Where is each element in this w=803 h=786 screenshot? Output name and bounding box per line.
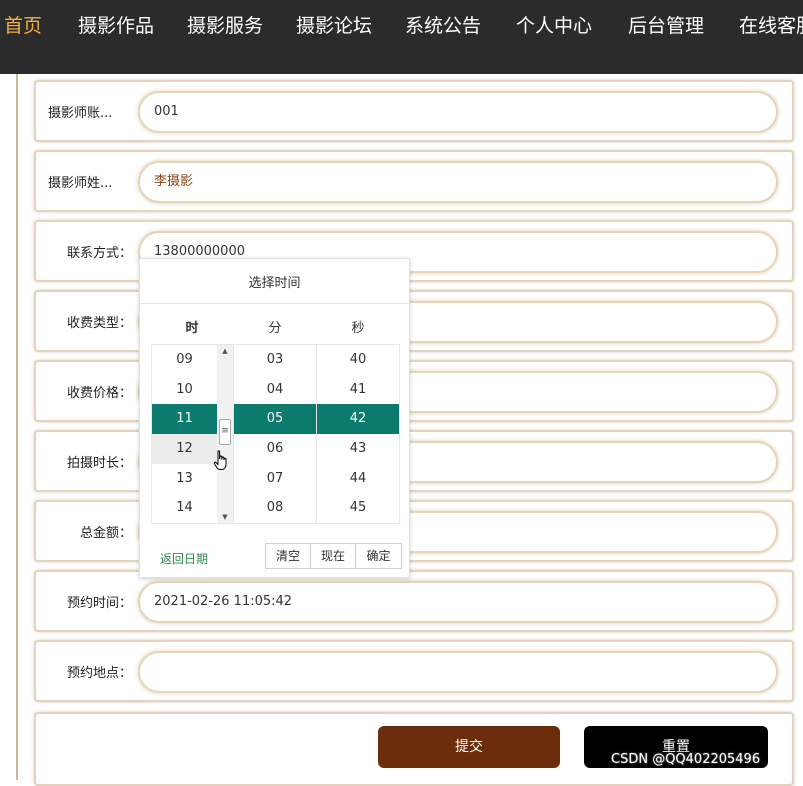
name-label: 摄影师姓... — [48, 176, 113, 191]
time-picker: 选择时间 时 分 秒 09 10 11 12 13 14 ▲ ≡ ▼ 03 04… — [139, 258, 410, 578]
phone-label: 联系方式： — [66, 246, 132, 261]
fee-type-label: 收费类型： — [66, 316, 132, 331]
name-field[interactable]: 李摄影 — [138, 161, 778, 203]
second-option[interactable]: 44 — [317, 464, 399, 494]
hour-option[interactable]: 13 — [152, 464, 217, 494]
appointment-time-label: 预约时间： — [66, 596, 132, 611]
minute-option-selected[interactable]: 05 — [234, 404, 316, 435]
minute-option[interactable]: 06 — [234, 434, 316, 464]
hand-cursor-icon — [213, 450, 227, 470]
minute-list[interactable]: 03 04 05 06 07 08 — [234, 345, 316, 523]
minute-header: 分 — [268, 321, 282, 336]
confirm-button[interactable]: 确定 — [356, 544, 401, 568]
account-field[interactable]: 001 — [138, 91, 778, 133]
hour-option-selected[interactable]: 11 — [152, 404, 217, 435]
second-option[interactable]: 41 — [317, 375, 399, 405]
form-row-location: 预约地点： — [34, 640, 794, 702]
picker-actions: 清空 现在 确定 — [265, 543, 402, 569]
back-to-date-link[interactable]: 返回日期 — [160, 550, 208, 567]
page-border — [16, 74, 18, 780]
price-label: 收费价格： — [66, 386, 132, 401]
nav-personal-center[interactable]: 个人中心 — [516, 12, 592, 40]
clear-button[interactable]: 清空 — [266, 544, 311, 568]
second-option-selected[interactable]: 42 — [317, 404, 399, 435]
scroll-thumb[interactable]: ≡ — [219, 419, 231, 445]
nav-works[interactable]: 摄影作品 — [78, 12, 154, 40]
nav-online-service[interactable]: 在线客服 — [739, 12, 803, 40]
nav-home[interactable]: 首页 — [4, 12, 42, 40]
hour-option[interactable]: 09 — [152, 345, 217, 375]
watermark: CSDN @QQ402205496 — [611, 752, 761, 767]
duration-label: 拍摄时长： — [66, 456, 132, 471]
nav-forum[interactable]: 摄影论坛 — [296, 12, 372, 40]
location-field[interactable] — [138, 651, 778, 693]
scroll-up-arrow-icon[interactable]: ▲ — [217, 345, 233, 357]
hour-option[interactable]: 14 — [152, 493, 217, 523]
minute-option[interactable]: 03 — [234, 345, 316, 375]
second-option[interactable]: 43 — [317, 434, 399, 464]
minute-option[interactable]: 07 — [234, 464, 316, 494]
time-lists: 09 10 11 12 13 14 ▲ ≡ ▼ 03 04 05 06 07 0… — [151, 344, 400, 524]
second-list[interactable]: 40 41 42 43 44 45 — [317, 345, 399, 523]
nav-admin[interactable]: 后台管理 — [628, 12, 704, 40]
appointment-time-field[interactable]: 2021-02-26 11:05:42 — [138, 581, 778, 623]
nav-services[interactable]: 摄影服务 — [187, 12, 263, 40]
time-picker-title: 选择时间 — [140, 259, 409, 304]
submit-button[interactable]: 提交 — [378, 726, 560, 768]
scroll-down-arrow-icon[interactable]: ▼ — [217, 511, 233, 523]
location-label: 预约地点： — [66, 666, 132, 681]
hour-header: 时 — [185, 321, 199, 336]
second-option[interactable]: 45 — [317, 493, 399, 523]
form-row-actions: 提交 重置 — [34, 712, 794, 786]
now-button[interactable]: 现在 — [311, 544, 356, 568]
hour-scrollbar[interactable]: ▲ ≡ ▼ — [217, 345, 233, 523]
second-option[interactable]: 40 — [317, 345, 399, 375]
form-row-name: 摄影师姓... 李摄影 — [34, 150, 794, 212]
nav-announcements[interactable]: 系统公告 — [405, 12, 481, 40]
hour-list[interactable]: 09 10 11 12 13 14 — [152, 345, 217, 523]
hour-option[interactable]: 10 — [152, 375, 217, 405]
hour-option[interactable]: 12 — [152, 434, 217, 464]
top-nav: 首页 摄影作品 摄影服务 摄影论坛 系统公告 个人中心 后台管理 在线客服 — [0, 0, 803, 74]
form-row-appointment-time: 预约时间： 2021-02-26 11:05:42 — [34, 570, 794, 632]
total-label: 总金额： — [79, 526, 132, 541]
minute-option[interactable]: 04 — [234, 375, 316, 405]
minute-option[interactable]: 08 — [234, 493, 316, 523]
account-label: 摄影师账... — [48, 106, 113, 121]
second-header: 秒 — [351, 321, 365, 336]
form-row-account: 摄影师账... 001 — [34, 80, 794, 142]
